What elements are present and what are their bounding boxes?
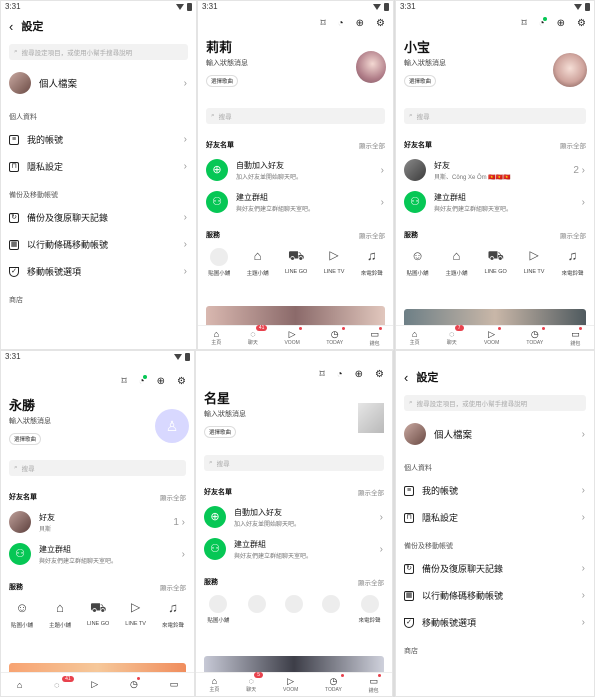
gear-icon[interactable]: ⚙ (375, 369, 384, 380)
bookmark-icon[interactable]: ⌑ (121, 376, 126, 387)
bgm-tag[interactable]: 選擇歌曲 (404, 75, 437, 87)
privacy-row[interactable]: ⊓ 隱私設定 › (1, 153, 196, 180)
section-title: 商店 (9, 297, 23, 304)
page-title: 設定 (416, 372, 439, 384)
bell-icon[interactable]: ◔ (539, 17, 547, 29)
back-arrow-icon[interactable]: ‹ (404, 370, 408, 385)
nav-voom[interactable]: ▷ VOOM (284, 327, 302, 346)
settings-screen-top-left: 3:31 ‹ 設定 ⌕ 搜尋設定項目，或使用小幫手搜尋說明 個人檔案 › 個人資料 ≡… (0, 0, 197, 350)
page-title: 設定 (21, 21, 44, 33)
profile-photo[interactable] (553, 53, 587, 87)
friends-row[interactable]: 好友 貝斯 1 › (1, 506, 194, 538)
home-screen-xiaobao: 3:31 ⌑ ◔ ⊕ ⚙ 小宝 輸入狀態消息 選擇歌曲 ⌕ 搜尋 好友名單 顯示全部 好友… (395, 0, 595, 350)
user-name: 小宝 (404, 40, 431, 55)
chevron-right-icon: › (183, 77, 187, 89)
my-account-row[interactable]: ≡ 我的帳號 › (396, 477, 594, 504)
friend-search-input[interactable]: ⌕ 搜尋 (9, 460, 186, 476)
add-friend-icon[interactable]: ⊕ (557, 18, 565, 29)
show-all-link[interactable]: 顯示全部 (359, 140, 385, 150)
home-screen-yongsheng: 3:31 ⌑ ◔ ⊕ ⚙ 永勝 輸入狀態消息 選擇歌曲 ♙ ⌕ 搜尋 好友名單 顯示全部 … (0, 350, 195, 697)
add-friend-icon[interactable]: ⊕ (355, 369, 363, 380)
service-go[interactable]: ⛟ LINE GO (285, 248, 307, 277)
shield-icon: ✓ (9, 266, 19, 277)
profile-photo[interactable] (356, 51, 386, 83)
service-tv[interactable]: ▷ LINE TV (324, 248, 345, 277)
services-row: 貼圖小舖 ⌂ 主題小舖 ⛟ LINE GO ▷ LINE TV ♫ 來電鈴聲 (198, 244, 393, 281)
search-icon: ⌕ (14, 48, 18, 55)
gear-icon[interactable]: ⚙ (177, 376, 186, 387)
auto-add-row[interactable]: ⊕ 自動加入好友 加入好友並開始聊天吧。 › (198, 154, 393, 186)
friend-search-input[interactable]: ⌕ 搜尋 (204, 455, 384, 471)
home-screen-lili: 3:31 ⌑ ◔ ⊕ ⚙ 莉莉 輸入狀態消息 選擇歌曲 ⌕ 搜尋 好友名單 顯示全部 ⊕ 自… (197, 0, 394, 350)
gear-icon[interactable]: ⚙ (376, 18, 385, 29)
migrate-options-row[interactable]: ✓ 移動帳號選項 › (1, 258, 196, 285)
bookmark-icon[interactable]: ⌑ (319, 369, 324, 380)
status-bar: 3:31 (1, 1, 196, 12)
nav-home[interactable]: ⌂ 主頁 (211, 329, 221, 346)
migrate-options-row[interactable]: ✓ 移動帳號選項 › (396, 609, 594, 636)
my-account-row[interactable]: ≡ 我的帳號 › (1, 126, 196, 153)
bookmark-icon[interactable]: ⌑ (320, 18, 325, 29)
settings-screen-bottom-right: ‹ 設定 ⌕ 搜尋設定項目，或使用小幫手搜尋說明 個人檔案 › 個人資料 ≡ 我的帳號 ›… (395, 350, 595, 697)
add-friend-icon[interactable]: ⊕ (356, 18, 364, 29)
create-group-row[interactable]: ⚇ 建立群組 與好友們建立群組聊天室吧。 › (198, 186, 393, 218)
section-title: 備份及移動帳號 (9, 192, 58, 199)
nav-wallet[interactable]: ▭ 錢包 (370, 326, 382, 347)
backup-icon: ↻ (9, 212, 19, 223)
bell-icon[interactable]: ◔ (337, 369, 343, 380)
bell-icon[interactable]: ◔ (139, 375, 147, 387)
migrate-qr-row[interactable]: ▦ 以行動條碼移動帳號 › (396, 582, 594, 609)
qr-icon: ▦ (9, 239, 19, 250)
back-arrow-icon[interactable]: ‹ (9, 19, 13, 34)
bgm-tag[interactable]: 選擇歌曲 (9, 433, 42, 445)
settings-search-input[interactable]: ⌕ 搜尋設定項目，或使用小幫手搜尋說明 (9, 44, 188, 60)
create-group-row[interactable]: ⚇ 建立群組 與好友們建立群組聊天室吧。 › (396, 186, 594, 218)
avatar (9, 72, 31, 94)
bell-icon[interactable]: ◔ (338, 18, 344, 29)
friend-search-input[interactable]: ⌕ 搜尋 (404, 108, 586, 124)
profile-row[interactable]: 個人檔案 › (396, 415, 594, 453)
backup-row[interactable]: ↻ 備份及復原聊天記錄 › (1, 204, 196, 231)
friends-row[interactable]: 好友 貝斯、Công Xe Ôm 🇻🇳🇻🇳🇻🇳 2 › (396, 154, 594, 186)
migrate-qr-row[interactable]: ▦ 以行動條碼移動帳號 › (1, 231, 196, 258)
nav-chat[interactable]: ◌ 41 聊天 (248, 325, 268, 346)
friend-search-input[interactable]: ⌕ 搜尋 (206, 108, 385, 124)
bgm-tag[interactable]: 選擇歌曲 (204, 426, 237, 438)
gear-icon[interactable]: ⚙ (577, 18, 586, 29)
bookmark-icon[interactable]: ⌑ (521, 18, 526, 29)
nav-today[interactable]: ◷ TODAY (326, 327, 346, 346)
account-icon: ≡ (9, 134, 19, 145)
settings-search-input[interactable]: ⌕ 搜尋設定項目，或使用小幫手搜尋說明 (404, 395, 586, 411)
add-friend-icon[interactable]: ⊕ (157, 376, 165, 387)
create-group-row[interactable]: ⚇ 建立群組 與好友們建立群組聊天室吧。 › (1, 538, 194, 570)
auto-add-row[interactable]: ⊕ 自動加入好友 加入好友並開始聊天吧。 › (196, 501, 392, 533)
profile-photo[interactable] (358, 403, 384, 433)
service-theme[interactable]: ⌂ 主題小舖 (247, 248, 269, 277)
privacy-row[interactable]: ⊓ 隱私設定 › (396, 504, 594, 531)
create-group-row[interactable]: ⚇ 建立群組 與好友們建立群組聊天室吧。 › (196, 533, 392, 565)
profile-row[interactable]: 個人檔案 › (1, 64, 196, 102)
service-sticker[interactable]: 貼圖小舖 (208, 248, 230, 277)
bgm-tag[interactable]: 選擇歌曲 (206, 75, 239, 87)
profile-photo[interactable]: ♙ (155, 409, 189, 443)
section-title: 個人資料 (9, 114, 37, 121)
service-ringtone[interactable]: ♫ 來電鈴聲 (361, 248, 383, 277)
backup-row[interactable]: ↻ 備份及復原聊天記錄 › (396, 555, 594, 582)
lock-icon: ⊓ (9, 161, 19, 172)
home-screen-mingxing: ⌑ ◔ ⊕ ⚙ 名星 輸入狀態消息 選擇歌曲 ⌕ 搜尋 好友名單 顯示全部 ⊕ 自動加入好友… (195, 350, 393, 697)
bottom-nav: ⌂ 主頁 ◌ 41 聊天 ▷ VOOM ◷ TODAY ▭ 錢包 (198, 325, 393, 349)
